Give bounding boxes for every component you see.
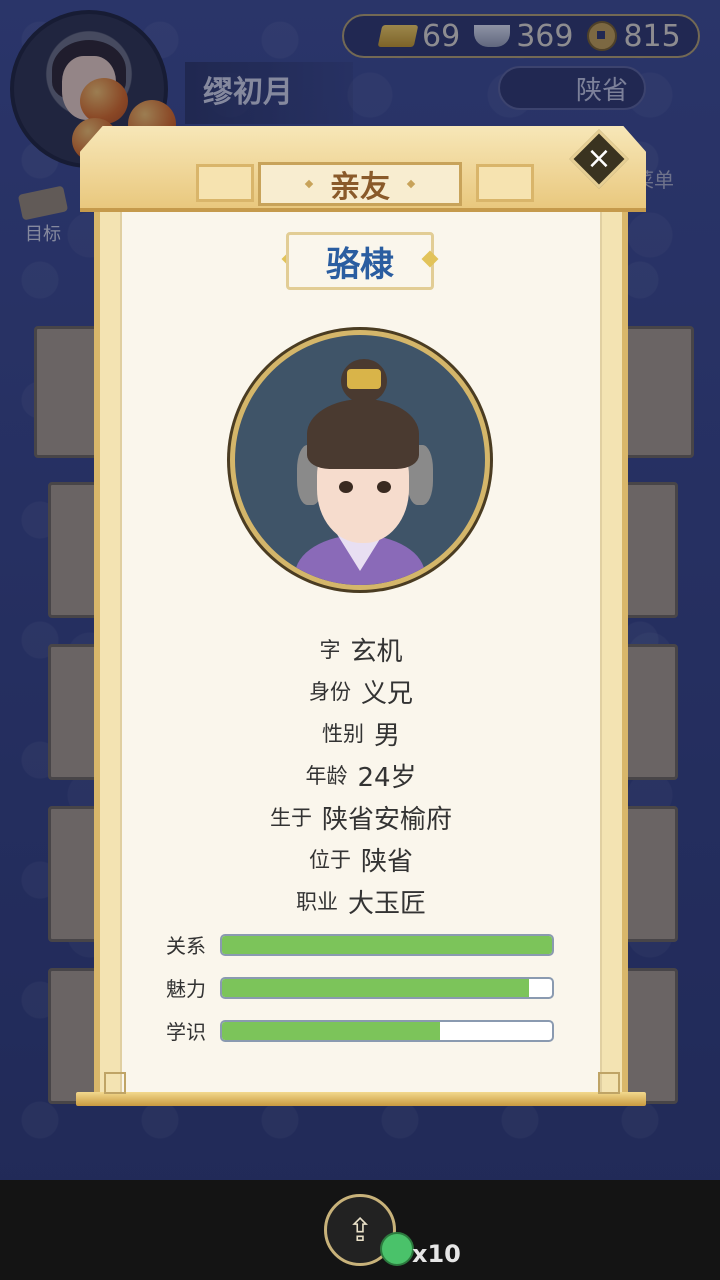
info-value: 男 <box>373 720 400 751</box>
info-value: 24岁 <box>357 762 417 793</box>
stat-bar-fill <box>222 935 552 954</box>
stat-bar-fill <box>222 1021 440 1040</box>
info-key: 身份 <box>308 680 351 704</box>
modal-title: 亲友 <box>258 162 462 206</box>
stat-knowledge: 学识 <box>166 1016 554 1045</box>
info-value: 陕省安榆府 <box>321 804 452 835</box>
info-value: 义兄 <box>360 678 413 709</box>
corner-ornament <box>104 1072 126 1094</box>
info-row-birthplace: 生于 陕省安榆府 <box>120 796 602 838</box>
portrait-hair <box>307 399 419 469</box>
header-ornament <box>476 164 534 202</box>
bonus-count: x10 <box>412 1240 461 1268</box>
stat-charm: 魅力 <box>166 973 554 1002</box>
info-value: 大玉匠 <box>347 888 426 919</box>
person-name: 骆棣 <box>286 232 434 290</box>
info-key: 生于 <box>269 806 312 830</box>
info-key: 字 <box>319 638 341 662</box>
info-value: 陕省 <box>360 846 413 877</box>
person-portrait <box>230 330 490 590</box>
bonus-reward-icon <box>380 1232 414 1266</box>
stat-label: 关系 <box>166 934 206 958</box>
modal-title-text: 亲友 <box>330 170 390 205</box>
info-row-identity: 身份 义兄 <box>120 670 602 712</box>
portrait-eye <box>339 481 353 493</box>
stat-bar <box>220 933 554 956</box>
info-key: 职业 <box>295 890 338 914</box>
portrait-eye <box>377 481 391 493</box>
modal-base <box>76 1092 646 1106</box>
stat-label: 学识 <box>166 1020 206 1044</box>
info-row-gender: 性别 男 <box>120 712 602 754</box>
portrait-hair-crown <box>347 369 381 389</box>
share-icon: ⇪ <box>346 1211 374 1249</box>
stat-bar <box>220 976 554 999</box>
title-dot <box>406 179 416 189</box>
info-key: 位于 <box>308 848 351 872</box>
info-key: 年龄 <box>305 764 348 788</box>
info-key: 性别 <box>321 722 364 746</box>
info-row-occupation: 职业 大玉匠 <box>120 880 602 922</box>
info-row-location: 位于 陕省 <box>120 838 602 880</box>
corner-ornament <box>598 1072 620 1094</box>
title-dot <box>304 179 314 189</box>
info-row-age: 年龄 24岁 <box>120 754 602 796</box>
stat-label: 魅力 <box>166 977 206 1001</box>
person-info: 字 玄机 身份 义兄 性别 男 年龄 24岁 生于 陕省安榆府 位于 陕省 职业… <box>120 628 602 922</box>
info-value: 玄机 <box>350 636 403 667</box>
info-row-style-name: 字 玄机 <box>120 628 602 670</box>
stat-relationship: 关系 <box>166 930 554 959</box>
header-ornament <box>196 164 254 202</box>
stat-bar-fill <box>222 978 529 997</box>
stat-bar <box>220 1019 554 1042</box>
close-icon: × <box>586 141 612 176</box>
